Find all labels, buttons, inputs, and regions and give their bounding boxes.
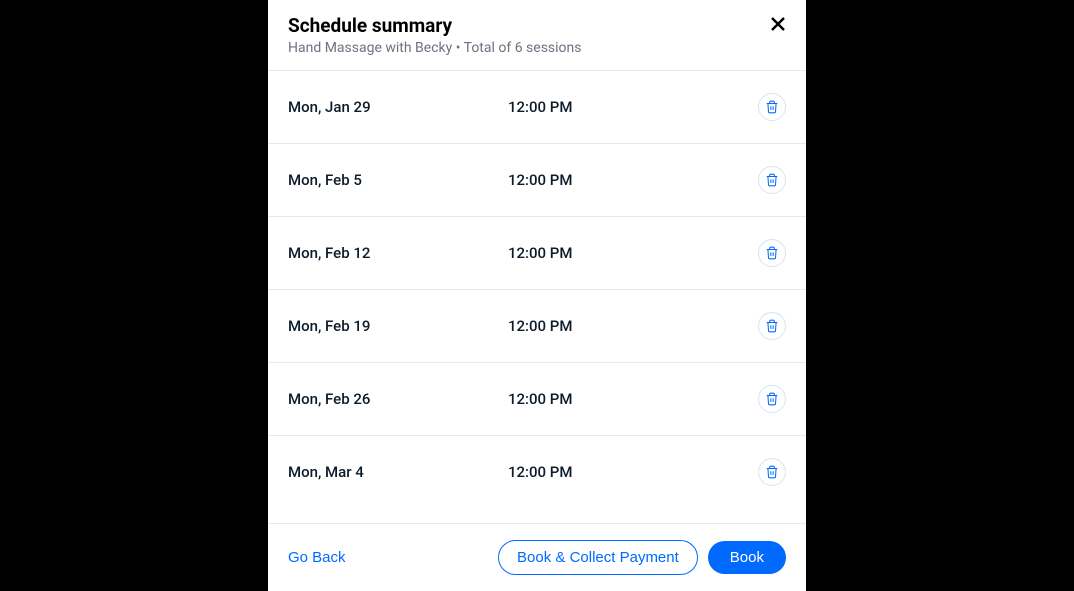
session-list: Mon, Jan 29 12:00 PM Mon, Feb 5 12:00 PM xyxy=(268,71,806,523)
trash-icon xyxy=(765,319,779,333)
delete-session-button[interactable] xyxy=(758,458,786,486)
session-date: Mon, Feb 12 xyxy=(288,244,508,262)
delete-session-button[interactable] xyxy=(758,93,786,121)
session-date: Mon, Feb 26 xyxy=(288,390,508,408)
session-row: Mon, Jan 29 12:00 PM xyxy=(268,71,806,144)
session-date: Mon, Feb 5 xyxy=(288,171,508,189)
modal-title: Schedule summary xyxy=(288,14,786,37)
session-time: 12:00 PM xyxy=(508,98,758,116)
session-row: Mon, Feb 12 12:00 PM xyxy=(268,217,806,290)
book-button[interactable]: Book xyxy=(708,541,786,574)
session-date: Mon, Jan 29 xyxy=(288,98,508,116)
delete-session-button[interactable] xyxy=(758,312,786,340)
trash-icon xyxy=(765,392,779,406)
session-row: Mon, Feb 5 12:00 PM xyxy=(268,144,806,217)
delete-session-button[interactable] xyxy=(758,239,786,267)
session-row: Mon, Feb 26 12:00 PM xyxy=(268,363,806,436)
session-time: 12:00 PM xyxy=(508,317,758,335)
schedule-summary-modal: Schedule summary Hand Massage with Becky… xyxy=(268,0,806,591)
go-back-button[interactable]: Go Back xyxy=(288,549,346,566)
session-row: Mon, Mar 4 12:00 PM xyxy=(268,436,806,508)
session-time: 12:00 PM xyxy=(508,390,758,408)
modal-subtitle: Hand Massage with Becky • Total of 6 ses… xyxy=(288,40,786,56)
delete-session-button[interactable] xyxy=(758,166,786,194)
book-collect-payment-button[interactable]: Book & Collect Payment xyxy=(498,540,698,575)
session-time: 12:00 PM xyxy=(508,463,758,481)
trash-icon xyxy=(765,246,779,260)
session-time: 12:00 PM xyxy=(508,244,758,262)
session-time: 12:00 PM xyxy=(508,171,758,189)
trash-icon xyxy=(765,100,779,114)
close-button[interactable] xyxy=(766,12,790,36)
trash-icon xyxy=(765,173,779,187)
modal-footer: Go Back Book & Collect Payment Book xyxy=(268,523,806,591)
session-date: Mon, Feb 19 xyxy=(288,317,508,335)
trash-icon xyxy=(765,465,779,479)
delete-session-button[interactable] xyxy=(758,385,786,413)
session-date: Mon, Mar 4 xyxy=(288,463,508,481)
session-row: Mon, Feb 19 12:00 PM xyxy=(268,290,806,363)
close-icon xyxy=(770,16,786,32)
modal-header: Schedule summary Hand Massage with Becky… xyxy=(268,0,806,71)
